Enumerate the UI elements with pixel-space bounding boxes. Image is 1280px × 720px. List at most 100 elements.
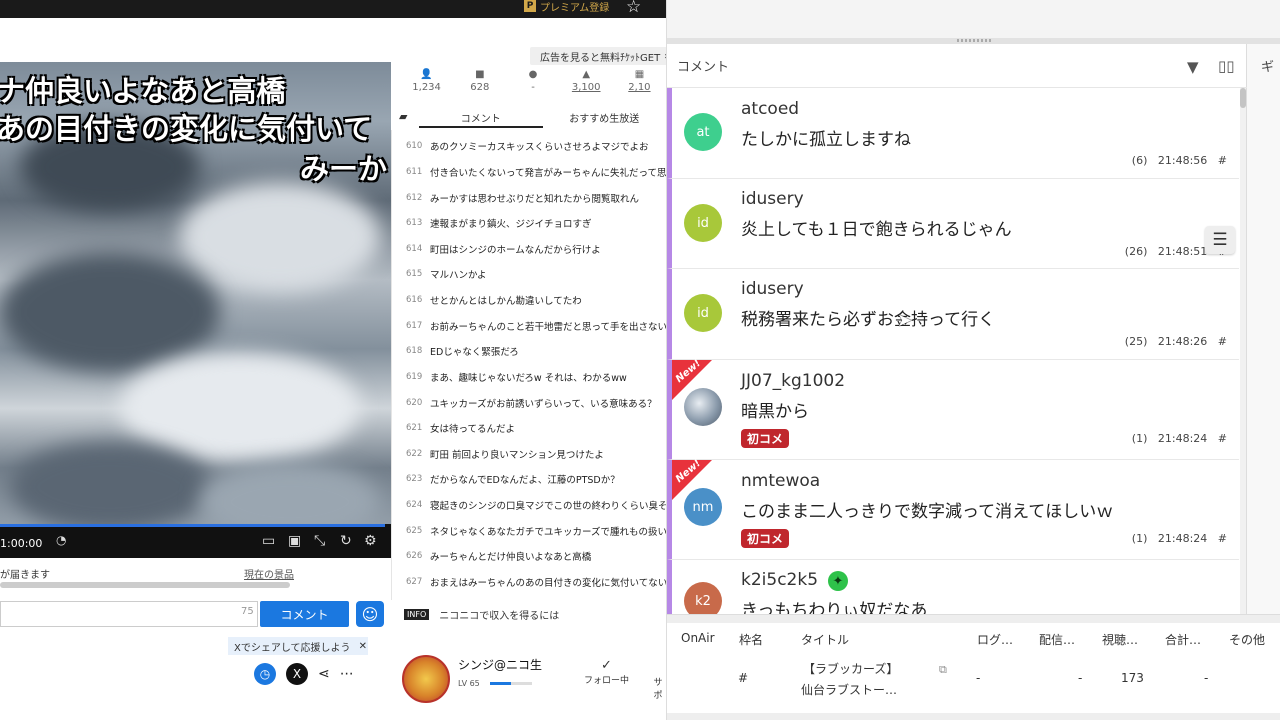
reload-icon[interactable]: ↻ <box>340 533 352 549</box>
emoji-button[interactable]: ☺ <box>356 601 384 627</box>
comment-time: 21:48:24 <box>1157 432 1208 445</box>
comment-text: きっもちわりぃ奴だなあ <box>741 601 928 614</box>
replay-icon[interactable]: ◔ <box>56 533 66 547</box>
comment-tabs: ▰ コメント おすすめ生放送 <box>395 104 666 128</box>
permalink-mark[interactable]: # <box>1218 532 1227 545</box>
info-row[interactable]: INFO ニコニコで収入を得るには <box>404 607 559 622</box>
comment-tab-icon[interactable]: ▰ <box>399 110 407 123</box>
seek-bar[interactable] <box>0 524 385 527</box>
comment-item[interactable]: New! nm nmtewoa このまま二人っきりで数字減って消えてほしいｗ 初… <box>667 458 1239 560</box>
settings-gear-icon[interactable]: ⚙ <box>364 533 377 549</box>
comment-text: あのクソミーカスキッスくらいさせろよマジでよお <box>430 141 649 153</box>
ad-free-ticket-chip[interactable]: 広告を見ると無料ﾁｹｯﾄGET › <box>530 47 673 65</box>
comment-text: マルハンかよ <box>430 269 487 281</box>
col-stream[interactable]: 配信… <box>1039 631 1075 648</box>
col-frame[interactable]: 枠名 <box>739 631 763 648</box>
table-bottom-bar <box>667 713 1280 720</box>
comment-item[interactable]: New! JJ07_kg1002 暗黒から 初コメ (1) 21:48:24 # <box>667 358 1239 460</box>
comment-input[interactable] <box>0 601 258 627</box>
permalink-mark[interactable]: # <box>1218 432 1227 445</box>
first-comment-badge: 初コメ <box>741 529 790 548</box>
col-log[interactable]: ログ… <box>977 631 1013 648</box>
hamburger-menu-icon[interactable]: ☰ <box>1205 226 1235 254</box>
bookmark-star-icon[interactable]: ☆ <box>626 0 641 17</box>
comment-number: 619 <box>406 371 423 382</box>
list-item[interactable]: 626 みーちゃんとだけ仲良いよなあと高橋 <box>406 543 668 568</box>
stat-gift[interactable]: ▦ 2,10 <box>613 70 666 96</box>
comment-text: お前みーちゃんのこと若干地雷だと思って手を出さない <box>430 321 668 333</box>
verified-icon: ✦ <box>828 571 848 591</box>
avatar[interactable]: at <box>684 113 722 151</box>
list-item[interactable]: 622 町田 前回より良いマンション見つけたよ <box>406 441 668 466</box>
list-item[interactable]: 621 女は待ってるんだよ <box>406 415 668 440</box>
list-item[interactable]: 627 おまえはみーちゃんのあの目付きの変化に気付いてない <box>406 569 668 594</box>
avatar[interactable]: k2 <box>684 582 722 614</box>
share-icon[interactable]: ⋖ <box>318 666 330 682</box>
gift-left-text: が届きます <box>0 570 50 581</box>
side-panel-label[interactable]: ギ <box>1261 56 1274 75</box>
fullscreen-icon[interactable]: ⤡ <box>314 533 325 549</box>
list-item[interactable]: 619 まあ、趣味じゃないだろw それは、わかるww <box>406 364 668 389</box>
tab-recommended[interactable]: おすすめ生放送 <box>543 104 667 128</box>
col-title[interactable]: タイトル <box>801 631 849 648</box>
list-item[interactable]: 617 お前みーちゃんのこと若干地雷だと思って手を出さない <box>406 313 668 338</box>
list-item[interactable]: 616 せとかんとはしかん勘違いしてたわ <box>406 287 668 312</box>
comment-text: おまえはみーちゃんのあの目付きの変化に気付いてない <box>430 577 668 589</box>
support-label[interactable]: サポ <box>650 675 666 701</box>
stats-bar: 👤 1,234 ■ 628 ● - ▲ 3,100 ▦ 2,10 <box>400 70 666 96</box>
comment-toggle-icon[interactable]: ▭ <box>262 533 275 549</box>
col-other[interactable]: その他 <box>1229 631 1265 648</box>
side-panel-strip: ギ <box>1247 44 1280 614</box>
comment-text: 速報まがまり鎮火、ジジイチョロすぎ <box>430 218 592 230</box>
cell-frame[interactable]: # <box>738 671 748 685</box>
table-splitter[interactable] <box>667 615 1280 623</box>
comment-count: (26) <box>1124 245 1148 258</box>
clock-share-icon[interactable]: ◷ <box>254 663 276 685</box>
comment-item[interactable]: k2 k2i5c2k5 ✦ きっもちわりぃ奴だなあ <box>667 560 1239 614</box>
comment-item[interactable]: at atcoed たしかに孤立しますね (6) 21:48:56 # <box>667 88 1239 179</box>
panel-title: コメント <box>677 60 730 75</box>
list-item[interactable]: 610 あのクソミーカスキッスくらいさせろよマジでよお <box>406 133 668 158</box>
list-item[interactable]: 615 マルハンかよ <box>406 261 668 286</box>
close-icon[interactable]: ✕ <box>359 641 367 652</box>
x-share-icon[interactable]: X <box>286 663 308 685</box>
comment-item[interactable]: id idusery 税務署来たら必ずお金持って行く (25) 21:48:26… <box>667 269 1239 360</box>
comment-scrollbar[interactable] <box>1240 88 1246 614</box>
list-item[interactable]: 618 EDじゃなく緊張だろ <box>406 338 668 363</box>
list-item[interactable]: 624 寝起きのシンジの口臭マジでこの世の終わりくらい臭そ <box>406 492 668 517</box>
video-player[interactable]: ナ仲良いよなあと高橋 あの目付きの変化に気付いて みーか <box>0 62 391 557</box>
current-prize-link[interactable]: 現在の景品 <box>244 566 294 581</box>
comment-number: 617 <box>406 320 423 331</box>
col-viewers[interactable]: 視聴… <box>1102 631 1138 648</box>
stat-ad[interactable]: ▲ 3,100 <box>560 70 613 96</box>
comment-submit-button[interactable]: コメント <box>260 601 349 627</box>
avatar[interactable] <box>684 388 722 426</box>
avatar[interactable]: id <box>684 204 722 242</box>
scrollbar-thumb[interactable] <box>1240 88 1246 108</box>
avatar[interactable]: id <box>684 294 722 332</box>
avatar[interactable] <box>402 655 450 703</box>
cloud-shape <box>0 252 220 372</box>
list-item[interactable]: 614 町田はシンジのホームなんだから行けよ <box>406 236 668 261</box>
pip-icon[interactable]: ▣ <box>288 533 301 549</box>
col-total[interactable]: 合計… <box>1165 631 1201 648</box>
broadcaster-name[interactable]: シンジ@ニコ生 <box>458 656 542 673</box>
permalink-mark[interactable]: # <box>1218 335 1227 348</box>
filter-icon[interactable]: ▼ <box>1187 58 1199 76</box>
col-onair[interactable]: OnAir <box>681 631 715 645</box>
list-item[interactable]: 612 みーかすは思わせぶりだと知れたから閲覧取れん <box>406 185 668 210</box>
list-item[interactable]: 611 付き合いたくないって発言がみーちゃんに失礼だって思 <box>406 159 668 184</box>
copy-icon[interactable]: ⧉ <box>939 663 947 677</box>
list-item[interactable]: 613 速報まがまり鎮火、ジジイチョロすぎ <box>406 210 668 235</box>
comment-item[interactable]: id idusery 炎上しても１日で飽きられるじゃん (26) 21:48:5… <box>667 179 1239 269</box>
more-icon[interactable]: ⋯ <box>340 666 354 682</box>
follow-button[interactable]: ✓ フォロー中 <box>584 658 629 686</box>
list-item[interactable]: 623 だからなんでEDなんだよ、江藤のPTSDか？ <box>406 466 668 491</box>
tab-comments[interactable]: コメント <box>419 104 543 128</box>
avatar[interactable]: nm <box>684 488 722 526</box>
columns-icon[interactable]: ▯▯ <box>1218 57 1235 75</box>
list-item[interactable]: 625 ネタじゃなくあなたガチでユキッカーズで腫れもの扱い <box>406 518 668 543</box>
premium-register-link[interactable]: P プレミアム登録 <box>524 0 609 14</box>
permalink-mark[interactable]: # <box>1218 154 1227 167</box>
list-item[interactable]: 620 ユキッカーズがお前誘いずらいって、いる意味ある？ <box>406 390 668 415</box>
